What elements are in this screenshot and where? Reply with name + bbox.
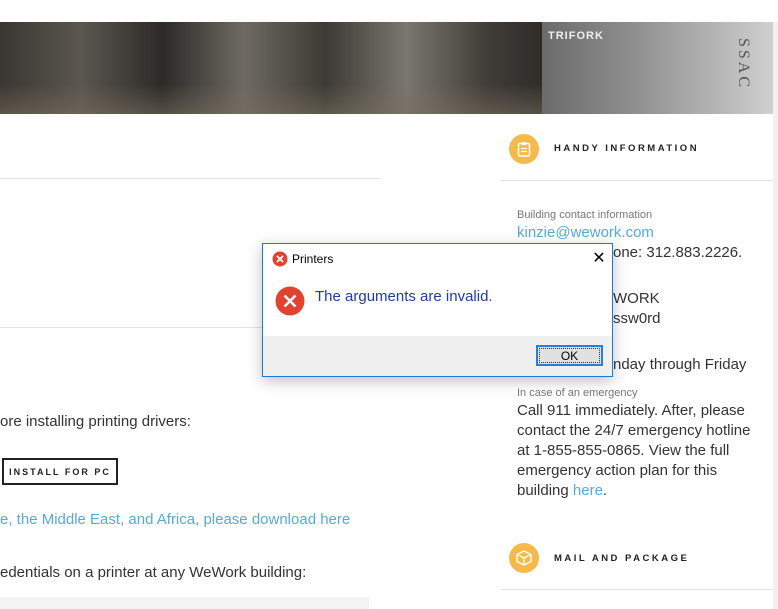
close-icon[interactable]: ✕ (589, 248, 609, 268)
region-download-link[interactable]: e, the Middle East, and Africa, please d… (0, 511, 350, 528)
dialog-message: The arguments are invalid. (315, 288, 493, 305)
package-icon (509, 543, 539, 573)
ok-button[interactable]: OK (536, 345, 603, 366)
wifi-password-text: ssw0rd (613, 310, 661, 327)
credentials-text: edentials on a printer at any WeWork bui… (0, 564, 307, 581)
error-icon (272, 251, 288, 267)
mail-and-package-heading: MAIL AND PACKAGE (554, 553, 690, 564)
install-for-pc-button[interactable]: INSTALL FOR PC (2, 458, 118, 485)
divider (0, 178, 381, 179)
error-dialog: Printers ✕ The arguments are invalid. OK (262, 243, 613, 377)
hero-sign-text: TRIFORK (548, 30, 604, 42)
hero-side-text: SSAC (735, 38, 752, 91)
hours-text: nday through Friday (613, 356, 747, 373)
clipboard-icon (509, 134, 539, 164)
emergency-label: In case of an emergency (517, 387, 638, 399)
error-icon (275, 286, 305, 316)
hero-image (0, 22, 542, 114)
intro-text: ore installing printing drivers: (0, 413, 191, 430)
code-box (0, 597, 369, 609)
top-strip (0, 0, 778, 22)
dialog-title: Printers (292, 252, 334, 266)
phone-text: one: 312.883.2226. (613, 244, 743, 261)
divider (501, 589, 773, 590)
contact-email-link[interactable]: kinzie@wework.com (517, 224, 654, 241)
handy-information-heading: HANDY INFORMATION (554, 143, 700, 154)
divider (501, 180, 773, 181)
emergency-text: Call 911 immediately. After, please cont… (517, 402, 751, 499)
scrollbar[interactable] (773, 22, 778, 609)
wifi-name-text: WORK (613, 290, 660, 307)
emergency-plan-link[interactable]: here (573, 482, 603, 499)
contact-label: Building contact information (517, 209, 653, 221)
